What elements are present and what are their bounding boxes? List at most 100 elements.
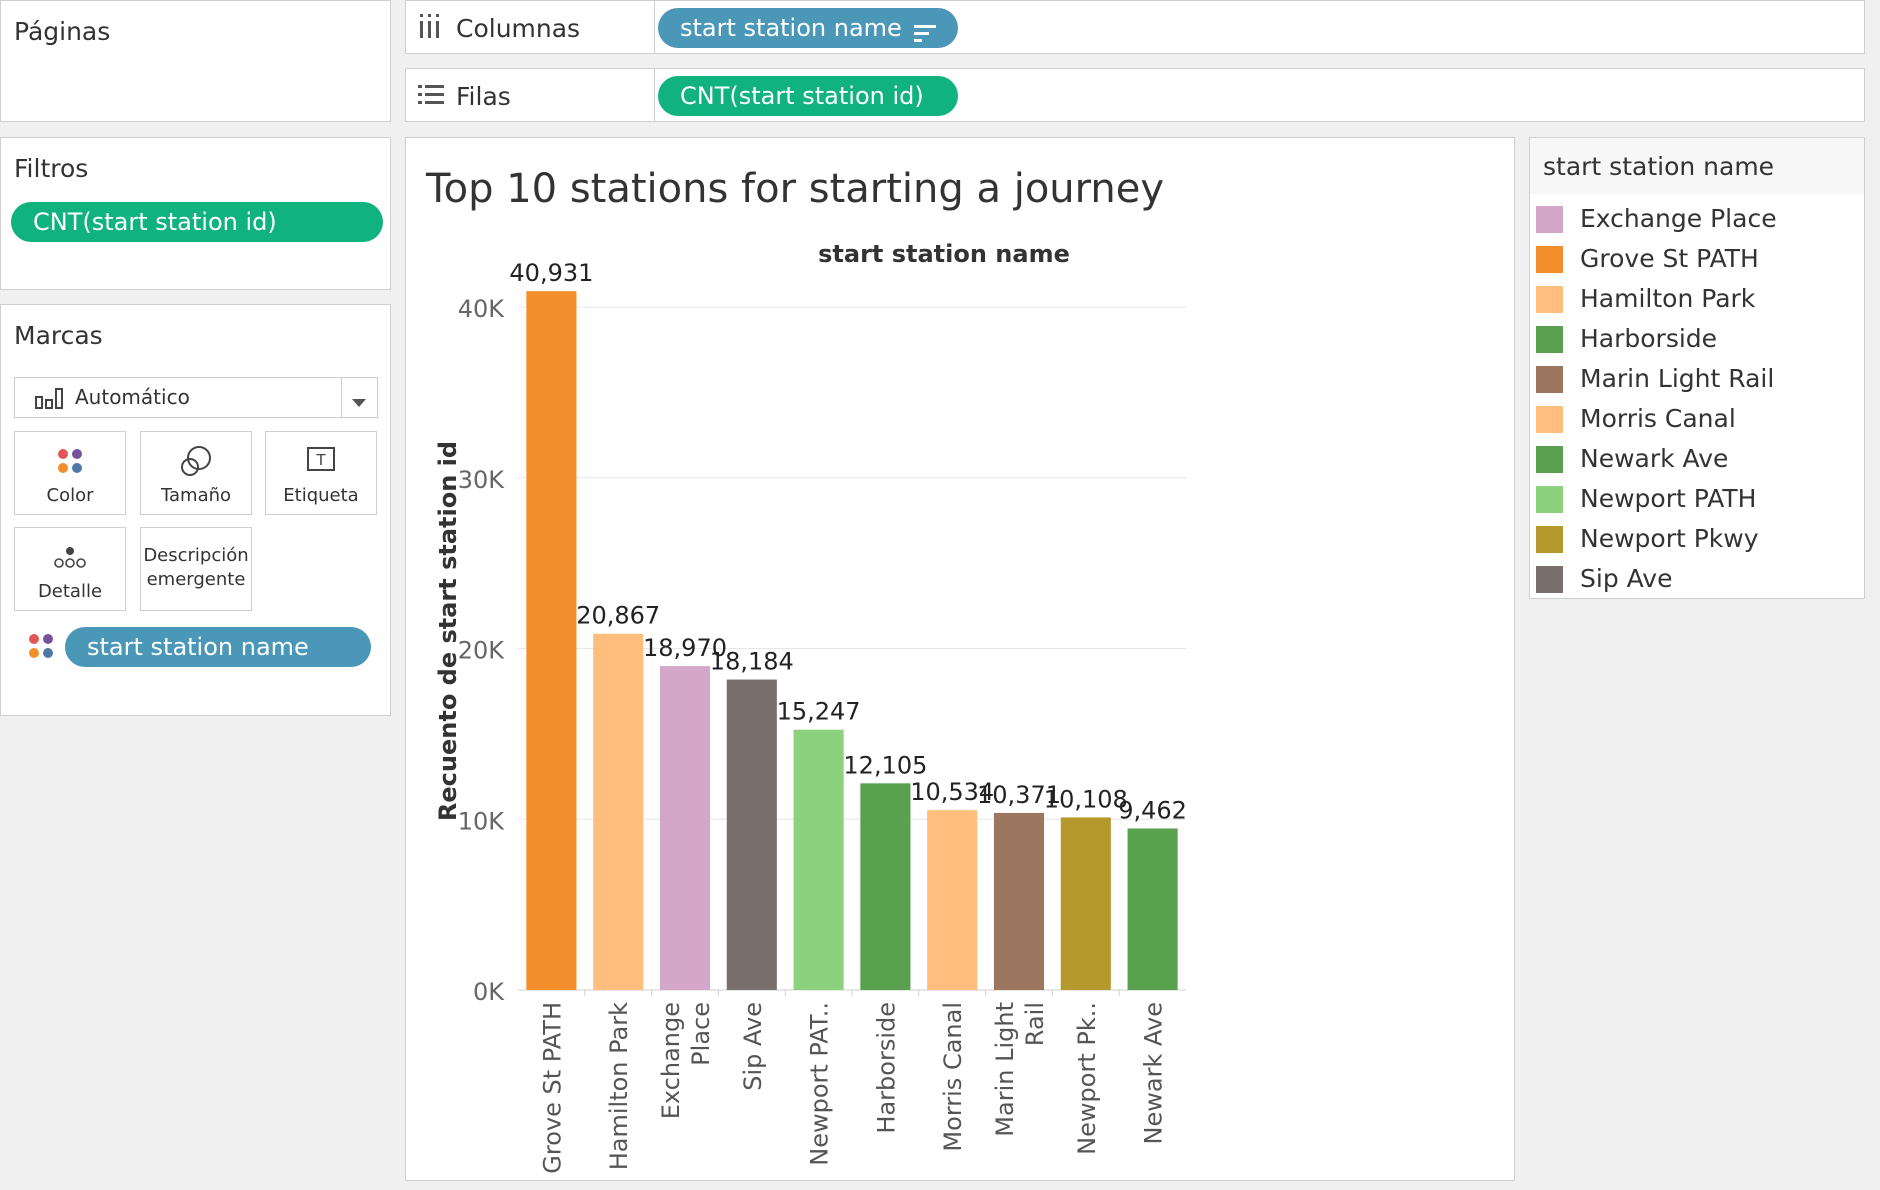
text-label-icon: T [266, 446, 376, 476]
x-tick-label: Newport Pk.. [1073, 1002, 1101, 1155]
svg-text:T: T [315, 451, 326, 469]
bar[interactable] [927, 810, 978, 990]
x-tick-label: Exchange Place [657, 1002, 715, 1119]
bar[interactable] [526, 291, 577, 990]
y-tick-label: 40K [458, 295, 506, 323]
x-tick-label-line: Morris Canal [939, 1002, 967, 1152]
y-tick-label: 0K [473, 978, 505, 1006]
legend-swatch [1536, 566, 1563, 593]
legend-swatch [1536, 326, 1563, 353]
detail-card-label: Detalle [37, 581, 103, 602]
shelf-divider [654, 1, 655, 53]
legend-item[interactable]: Newark Ave [1536, 444, 1856, 474]
bar-value-label: 20,867 [576, 602, 660, 630]
x-tick-label-line: Grove St PATH [538, 1002, 566, 1174]
color-encoding-icon [28, 633, 54, 659]
x-tick-label: Morris Canal [939, 1002, 967, 1152]
bar-value-label: 18,184 [710, 648, 794, 676]
x-axis-title: start station name [818, 240, 1070, 268]
x-tick-label-line: Newport Pk.. [1073, 1002, 1101, 1155]
legend-swatch [1536, 406, 1563, 433]
size-circles-icon [141, 446, 251, 476]
legend-item[interactable]: Hamilton Park [1536, 284, 1856, 314]
bar-value-label: 12,105 [843, 751, 927, 779]
columns-shelf[interactable]: Columnas start station name [405, 0, 1865, 54]
chart-panel: Top 10 stations for starting a journey s… [405, 137, 1515, 1181]
legend-item-label: Newport Pkwy [1580, 524, 1759, 553]
bar[interactable] [1060, 817, 1111, 990]
bar[interactable] [793, 729, 844, 990]
columns-pill[interactable]: start station name [658, 8, 958, 48]
chart-title: Top 10 stations for starting a journey [425, 166, 1164, 212]
y-tick-label: 20K [458, 637, 506, 665]
x-tick-label-line: Sip Ave [739, 1002, 767, 1091]
legend-item-label: Morris Canal [1580, 404, 1736, 433]
bar[interactable] [659, 666, 711, 990]
sort-descending-icon[interactable] [914, 17, 936, 42]
bar[interactable] [593, 633, 644, 990]
columns-pill-label: start station name [680, 14, 902, 42]
legend-item-label: Sip Ave [1580, 564, 1673, 593]
legend-item-label: Exchange Place [1580, 204, 1777, 233]
legend-item[interactable]: Grove St PATH [1536, 244, 1856, 274]
label-card-label: Etiqueta [283, 485, 359, 506]
columns-label: Columnas [456, 14, 581, 43]
legend-item-label: Harborside [1580, 324, 1718, 353]
legend-item-label: Grove St PATH [1580, 244, 1759, 273]
y-tick-label: 10K [458, 807, 506, 835]
bar[interactable] [726, 679, 777, 990]
legend-item[interactable]: Sip Ave [1536, 564, 1856, 594]
legend-swatch [1536, 286, 1563, 313]
bar[interactable] [1127, 828, 1178, 990]
rows-icon [418, 83, 444, 107]
legend-swatch [1536, 366, 1563, 393]
detail-card[interactable]: Detalle [14, 527, 126, 611]
pages-title: Páginas [14, 17, 111, 46]
mark-type-dropdown[interactable]: Automático [14, 377, 378, 418]
color-dots-icon [15, 446, 125, 476]
bar-value-label: 15,247 [777, 698, 861, 726]
size-card-label: Tamaño [160, 485, 232, 506]
rows-shelf[interactable]: Filas CNT(start station id) [405, 68, 1865, 122]
y-axis-title: Recuento de start station id [434, 441, 462, 821]
bar[interactable] [993, 812, 1045, 990]
legend-swatch [1536, 446, 1563, 473]
color-card-label: Color [46, 485, 94, 506]
chevron-down-icon[interactable] [352, 393, 366, 407]
bar-chart-icon [35, 387, 65, 409]
legend-item-label: Marin Light Rail [1580, 364, 1775, 393]
x-tick-label-line: Place [687, 1002, 715, 1066]
x-tick-label-line: Rail [1021, 1002, 1049, 1046]
rows-pill[interactable]: CNT(start station id) [658, 76, 958, 116]
bar[interactable] [860, 783, 911, 990]
x-tick-label: Newark Ave [1140, 1002, 1168, 1144]
legend-item[interactable]: Harborside [1536, 324, 1856, 354]
shelf-divider [654, 69, 655, 121]
filter-pill[interactable]: CNT(start station id) [11, 202, 383, 242]
tooltip-label-line1: Descripción [143, 545, 249, 566]
dropdown-divider [341, 378, 342, 417]
legend-swatch [1536, 206, 1563, 233]
size-card[interactable]: Tamaño [140, 431, 252, 515]
x-tick-label: Newport PAT.. [806, 1002, 834, 1166]
mark-type-label: Automático [75, 385, 190, 409]
y-tick-label: 30K [458, 466, 506, 494]
label-card[interactable]: T Etiqueta [265, 431, 377, 515]
tooltip-card-label: Descripción emergente [141, 544, 251, 592]
bar-value-label: 40,931 [509, 259, 593, 287]
color-field-pill[interactable]: start station name [65, 627, 371, 667]
filters-title: Filtros [14, 154, 89, 183]
legend-item[interactable]: Marin Light Rail [1536, 364, 1856, 394]
marks-panel: Marcas Automático Color Tamaño T Etiquet… [0, 304, 391, 716]
legend-item[interactable]: Newport Pkwy [1536, 524, 1856, 554]
legend-item[interactable]: Newport PATH [1536, 484, 1856, 514]
color-card[interactable]: Color [14, 431, 126, 515]
legend-item[interactable]: Exchange Place [1536, 204, 1856, 234]
pages-panel: Páginas [0, 0, 391, 122]
marks-title: Marcas [14, 321, 103, 350]
columns-icon [418, 12, 442, 38]
tooltip-card[interactable]: Descripción emergente [140, 527, 252, 611]
legend-item[interactable]: Morris Canal [1536, 404, 1856, 434]
bar-value-label: 10,108 [1044, 785, 1128, 813]
bar-value-label: 9,462 [1118, 796, 1187, 824]
